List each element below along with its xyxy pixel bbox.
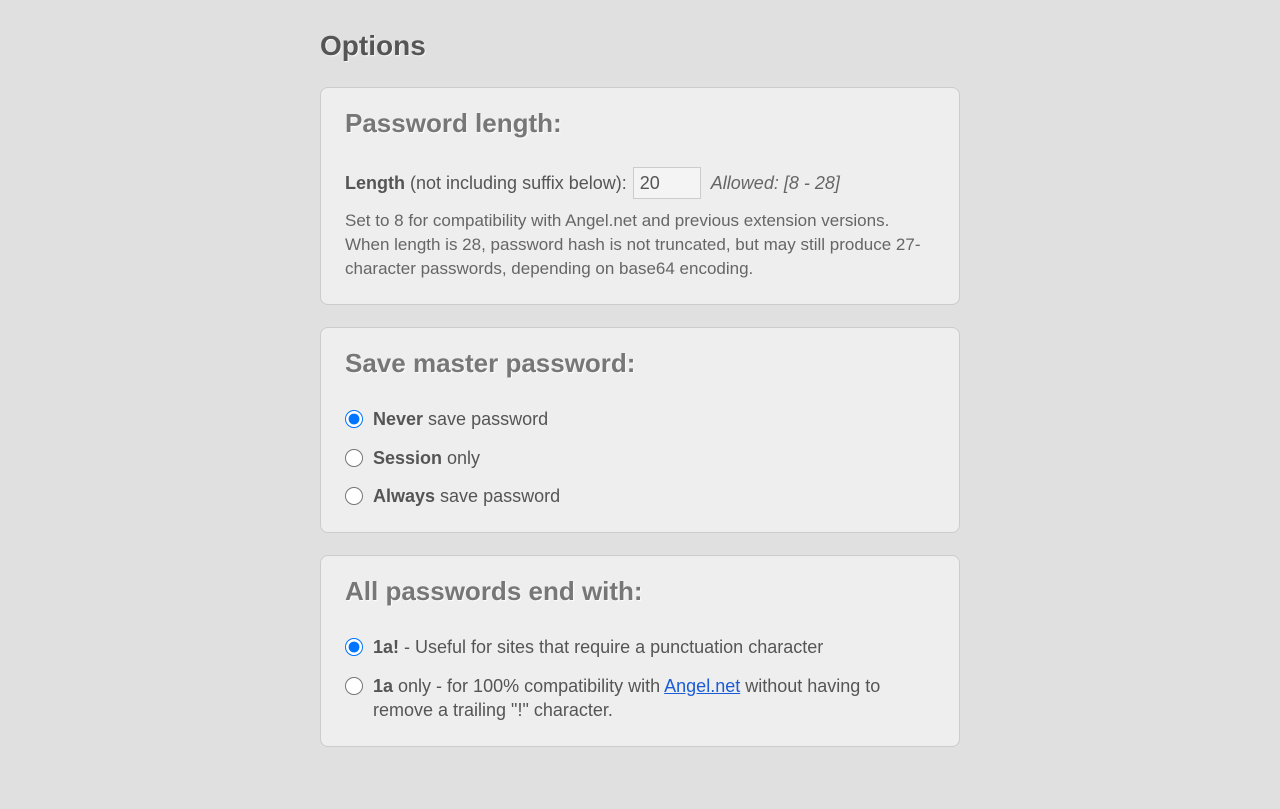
length-label-rest: (not including suffix below): (405, 173, 627, 193)
length-label-strong: Length (345, 173, 405, 193)
save-master-session-rest: only (442, 448, 480, 468)
save-master-radio-never[interactable] (345, 410, 363, 428)
page-title: Options (320, 30, 960, 62)
save-master-radio-always[interactable] (345, 487, 363, 505)
length-input[interactable] (633, 167, 701, 199)
password-length-panel: Password length: Length (not including s… (320, 87, 960, 305)
suffix-option-1a[interactable]: 1a only - for 100% compatibility with An… (345, 674, 935, 723)
save-master-radio-session[interactable] (345, 449, 363, 467)
save-master-panel: Save master password: Never save passwor… (320, 327, 960, 533)
suffix-options: 1a! - Useful for sites that require a pu… (345, 635, 935, 722)
length-description: Set to 8 for compatibility with Angel.ne… (345, 209, 935, 280)
length-allowed: Allowed: [8 - 28] (711, 173, 840, 194)
suffix-option-1a-bang[interactable]: 1a! - Useful for sites that require a pu… (345, 635, 935, 659)
save-master-option-session[interactable]: Session only (345, 446, 935, 470)
suffix-radio-1a-bang[interactable] (345, 638, 363, 656)
save-master-never-bold: Never (373, 409, 423, 429)
angelnet-link[interactable]: Angel.net (664, 676, 740, 696)
save-master-never-rest: save password (423, 409, 548, 429)
suffix-1a-rest-pre: only - for 100% compatibility with (393, 676, 664, 696)
save-master-option-always[interactable]: Always save password (345, 484, 935, 508)
save-master-session-bold: Session (373, 448, 442, 468)
length-row: Length (not including suffix below): All… (345, 167, 935, 199)
suffix-panel: All passwords end with: 1a! - Useful for… (320, 555, 960, 747)
save-master-always-bold: Always (373, 486, 435, 506)
save-master-options: Never save password Session only Always … (345, 407, 935, 508)
suffix-1a-bang-rest: - Useful for sites that require a punctu… (399, 637, 823, 657)
password-length-heading: Password length: (345, 108, 935, 139)
save-master-always-rest: save password (435, 486, 560, 506)
save-master-option-never[interactable]: Never save password (345, 407, 935, 431)
suffix-radio-1a[interactable] (345, 677, 363, 695)
suffix-heading: All passwords end with: (345, 576, 935, 607)
suffix-1a-bang-bold: 1a! (373, 637, 399, 657)
suffix-1a-bold: 1a (373, 676, 393, 696)
save-master-heading: Save master password: (345, 348, 935, 379)
